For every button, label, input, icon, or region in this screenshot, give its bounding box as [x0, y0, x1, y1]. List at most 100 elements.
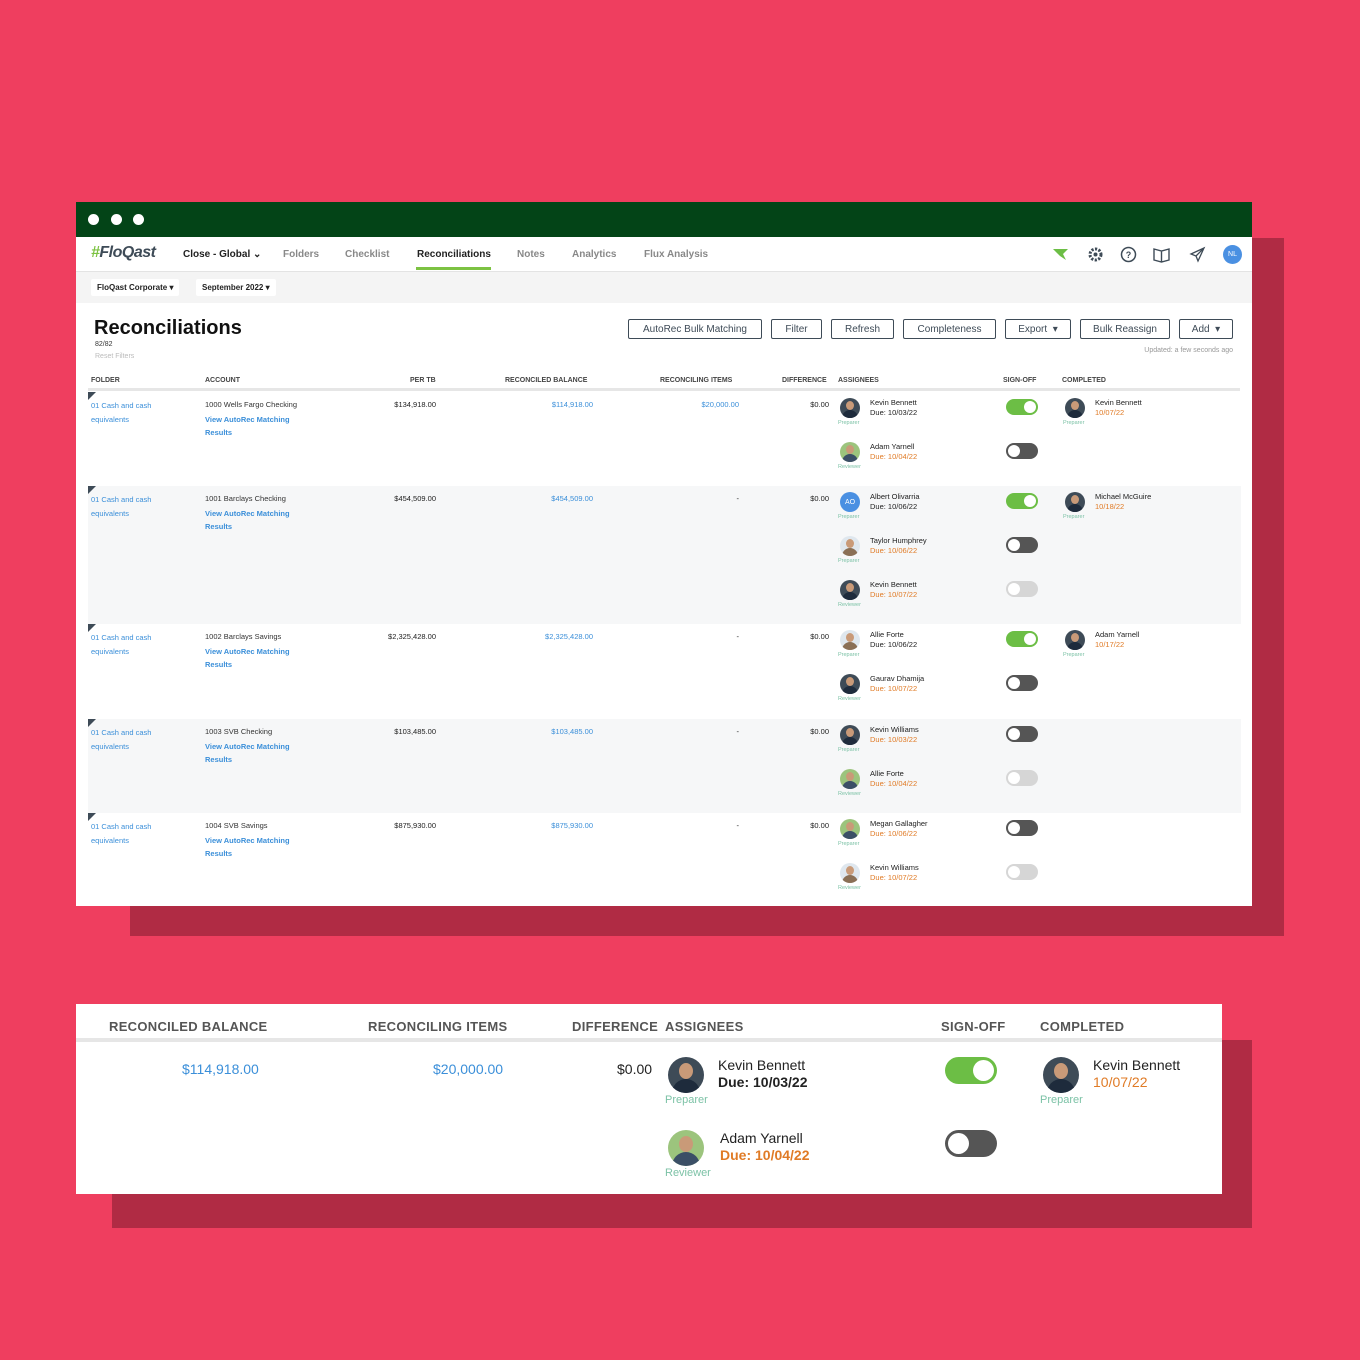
- col-header-per-tb[interactable]: PER TB: [410, 377, 436, 384]
- folder-link[interactable]: 01 Cash and cash: [91, 820, 151, 834]
- folder-link[interactable]: 01 Cash and cash: [91, 399, 151, 413]
- difference-value: $0.00: [810, 821, 829, 830]
- entity-select[interactable]: FloQast Corporate ▾: [91, 279, 180, 296]
- header-divider: [88, 388, 1240, 391]
- autorec-matching-link[interactable]: View AutoRec Matching: [205, 413, 290, 426]
- account-name[interactable]: 1004 SVB Savings: [205, 821, 268, 830]
- account-name[interactable]: 1002 Barclays Savings: [205, 632, 281, 641]
- folder-link[interactable]: equivalents: [91, 645, 129, 659]
- assignee-role: Reviewer: [838, 791, 861, 797]
- nav-reconciliations[interactable]: Reconciliations: [417, 249, 491, 260]
- signoff-toggle[interactable]: [1006, 493, 1038, 509]
- autorec-matching-link[interactable]: View AutoRec Matching: [205, 834, 290, 847]
- zoom-completed-name: Kevin Bennett: [1093, 1057, 1181, 1073]
- reset-filters-link[interactable]: Reset Filters: [95, 353, 134, 360]
- folder-link[interactable]: equivalents: [91, 740, 129, 754]
- avatar: AO: [840, 492, 860, 512]
- reconciled-balance-value[interactable]: $114,918.00: [552, 400, 593, 409]
- export-button[interactable]: Export ▾: [1005, 319, 1071, 339]
- nav-checklist[interactable]: Checklist: [345, 249, 389, 260]
- caret-down-icon: ▾: [1215, 323, 1221, 335]
- autorec-results-link[interactable]: Results: [205, 753, 232, 766]
- reconciled-balance-value[interactable]: $454,509.00: [551, 494, 593, 503]
- zoom-signoff-toggle-reviewer[interactable]: [945, 1130, 997, 1157]
- reconciled-balance-value[interactable]: $875,930.00: [551, 821, 593, 830]
- completeness-button[interactable]: Completeness: [903, 319, 996, 339]
- account-name[interactable]: 1003 SVB Checking: [205, 727, 272, 736]
- floqast-flag-icon[interactable]: [1052, 246, 1069, 263]
- folder-link[interactable]: equivalents: [91, 413, 129, 427]
- avatar: [840, 442, 860, 462]
- account-name[interactable]: 1000 Wells Fargo Checking: [205, 400, 297, 409]
- help-icon[interactable]: ?: [1120, 246, 1137, 263]
- autorec-results-link[interactable]: Results: [205, 426, 232, 439]
- autorec-matching-link[interactable]: View AutoRec Matching: [205, 507, 290, 520]
- nav-flux-analysis[interactable]: Flux Analysis: [644, 249, 708, 260]
- book-icon[interactable]: [1153, 246, 1170, 263]
- avatar-face: [1071, 401, 1079, 410]
- signoff-toggle[interactable]: [1006, 399, 1038, 415]
- autorec-matching-link[interactable]: View AutoRec Matching: [205, 740, 290, 753]
- add-button[interactable]: Add ▾: [1179, 319, 1233, 339]
- table-row[interactable]: 01 Cash and cash equivalents 1003 SVB Chec…: [88, 719, 1241, 813]
- assignee-role: Preparer: [838, 558, 860, 564]
- window-dot-maximize[interactable]: [133, 214, 144, 225]
- col-header-reconciled-balance[interactable]: RECONCILED BALANCE: [505, 377, 587, 384]
- autorec-results-link[interactable]: Results: [205, 847, 232, 860]
- folder-link[interactable]: 01 Cash and cash: [91, 726, 151, 740]
- refresh-button[interactable]: Refresh: [831, 319, 894, 339]
- assignee-role: Reviewer: [838, 464, 861, 470]
- folder-link[interactable]: equivalents: [91, 834, 129, 848]
- reconciled-balance-value[interactable]: $103,485.00: [551, 727, 593, 736]
- table-row[interactable]: 01 Cash and cash equivalents 1001 Barclays…: [88, 486, 1241, 624]
- window-dot-close[interactable]: [88, 214, 99, 225]
- completed-date: 10/07/22: [1095, 408, 1125, 417]
- assignee-role: Preparer: [838, 420, 860, 426]
- folder-link[interactable]: equivalents: [91, 507, 129, 521]
- col-header-folder[interactable]: FOLDER: [91, 377, 120, 384]
- signoff-toggle[interactable]: [1006, 820, 1038, 836]
- col-header-completed[interactable]: COMPLETED: [1062, 377, 1106, 384]
- col-header-sign-off[interactable]: SIGN-OFF: [1003, 377, 1036, 384]
- nav-notes[interactable]: Notes: [517, 249, 545, 260]
- autorec-results-link[interactable]: Results: [205, 658, 232, 671]
- zoom-reconciled-balance[interactable]: $114,918.00: [182, 1061, 259, 1077]
- signoff-toggle[interactable]: [1006, 726, 1038, 742]
- col-header-reconciling-items[interactable]: RECONCILING ITEMS: [660, 377, 732, 384]
- assignee-name: Gaurav Dhamija: [870, 674, 925, 683]
- folder-link[interactable]: 01 Cash and cash: [91, 631, 151, 645]
- assignee-due-date: Due: 10/07/22: [870, 684, 918, 693]
- table-row[interactable]: 01 Cash and cash equivalents 1002 Barclays…: [88, 624, 1241, 719]
- reconciling-items-value[interactable]: $20,000.00: [701, 400, 739, 409]
- nav-close-global[interactable]: Close - Global ⌄: [183, 249, 261, 260]
- folder-link[interactable]: 01 Cash and cash: [91, 493, 151, 507]
- zoom-signoff-toggle-preparer[interactable]: [945, 1057, 997, 1084]
- table-row[interactable]: 01 Cash and cash equivalents 1000 Wells Fa…: [88, 392, 1241, 486]
- signoff-toggle[interactable]: [1006, 443, 1038, 459]
- gear-icon[interactable]: [1087, 246, 1104, 263]
- reconciled-balance-value[interactable]: $2,325,428.00: [545, 632, 593, 641]
- table-row[interactable]: 01 Cash and cash equivalents 1004 SVB Savi…: [88, 813, 1241, 906]
- signoff-toggle[interactable]: [1006, 537, 1038, 553]
- col-header-difference[interactable]: DIFFERENCE: [782, 377, 827, 384]
- bulk-reassign-button[interactable]: Bulk Reassign: [1080, 319, 1170, 339]
- floqast-logo[interactable]: #FloQast: [91, 244, 156, 262]
- zoom-reconciling-items[interactable]: $20,000.00: [433, 1061, 503, 1077]
- col-header-account[interactable]: ACCOUNT: [205, 377, 240, 384]
- signoff-toggle[interactable]: [1006, 631, 1038, 647]
- account-name[interactable]: 1001 Barclays Checking: [205, 494, 286, 503]
- nav-folders[interactable]: Folders: [283, 249, 319, 260]
- period-select[interactable]: September 2022 ▾: [196, 279, 276, 296]
- assignee-due-date: Due: 10/04/22: [870, 452, 918, 461]
- window-dot-minimize[interactable]: [111, 214, 122, 225]
- filter-button[interactable]: Filter: [771, 319, 822, 339]
- signoff-toggle[interactable]: [1006, 675, 1038, 691]
- autorec-results-link[interactable]: Results: [205, 520, 232, 533]
- nav-analytics[interactable]: Analytics: [572, 249, 616, 260]
- user-avatar[interactable]: NL: [1223, 245, 1242, 264]
- send-icon[interactable]: [1189, 246, 1206, 263]
- avatar: [840, 398, 860, 418]
- autorec-bulk-matching-button[interactable]: AutoRec Bulk Matching: [628, 319, 762, 339]
- autorec-matching-link[interactable]: View AutoRec Matching: [205, 645, 290, 658]
- col-header-assignees[interactable]: ASSIGNEES: [838, 377, 879, 384]
